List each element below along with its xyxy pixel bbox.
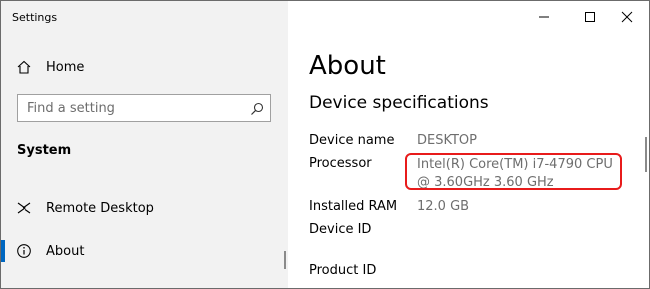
- minimize-icon: [539, 16, 549, 18]
- spec-label-product-id: Product ID: [309, 263, 377, 278]
- home-icon: [16, 59, 32, 75]
- content-scrollbar[interactable]: [645, 137, 647, 172]
- minimize-button[interactable]: [521, 1, 567, 33]
- sidebar-item-label: Remote Desktop: [46, 200, 154, 216]
- sidebar-item-about[interactable]: About: [1, 235, 288, 267]
- main-content: About Device specifications Device name …: [288, 1, 649, 288]
- info-icon: [16, 243, 32, 259]
- sidebar-item-label: About: [46, 243, 85, 259]
- sidebar-item-remote-desktop[interactable]: Remote Desktop: [1, 192, 288, 224]
- remote-desktop-icon: [16, 200, 32, 216]
- section-label-system: System: [17, 143, 72, 158]
- window-title: Settings: [12, 11, 58, 24]
- sidebar-item-home-label: Home: [46, 59, 85, 75]
- processor-highlight-box: [405, 153, 622, 190]
- spec-label-installed-ram: Installed RAM: [309, 199, 398, 214]
- search-input[interactable]: Find a setting: [17, 94, 271, 122]
- search-icon[interactable]: [250, 101, 264, 120]
- sidebar-scrollbar[interactable]: [284, 251, 286, 269]
- sidebar-item-home[interactable]: Home: [1, 51, 288, 83]
- close-button[interactable]: [604, 1, 649, 33]
- settings-window: Settings Home Find a setting System Remo…: [0, 0, 650, 289]
- page-title: About: [309, 51, 386, 81]
- spec-label-device-id: Device ID: [309, 222, 372, 237]
- spec-value-installed-ram: 12.0 GB: [417, 199, 470, 214]
- maximize-icon: [585, 12, 595, 22]
- spec-value-device-name: DESKTOP: [417, 133, 478, 148]
- spec-label-processor: Processor: [309, 156, 372, 171]
- section-heading: Device specifications: [309, 93, 489, 113]
- close-icon: [621, 11, 633, 23]
- sidebar: Settings Home Find a setting System Remo…: [1, 1, 288, 288]
- spec-label-device-name: Device name: [309, 133, 395, 148]
- search-placeholder: Find a setting: [27, 101, 115, 116]
